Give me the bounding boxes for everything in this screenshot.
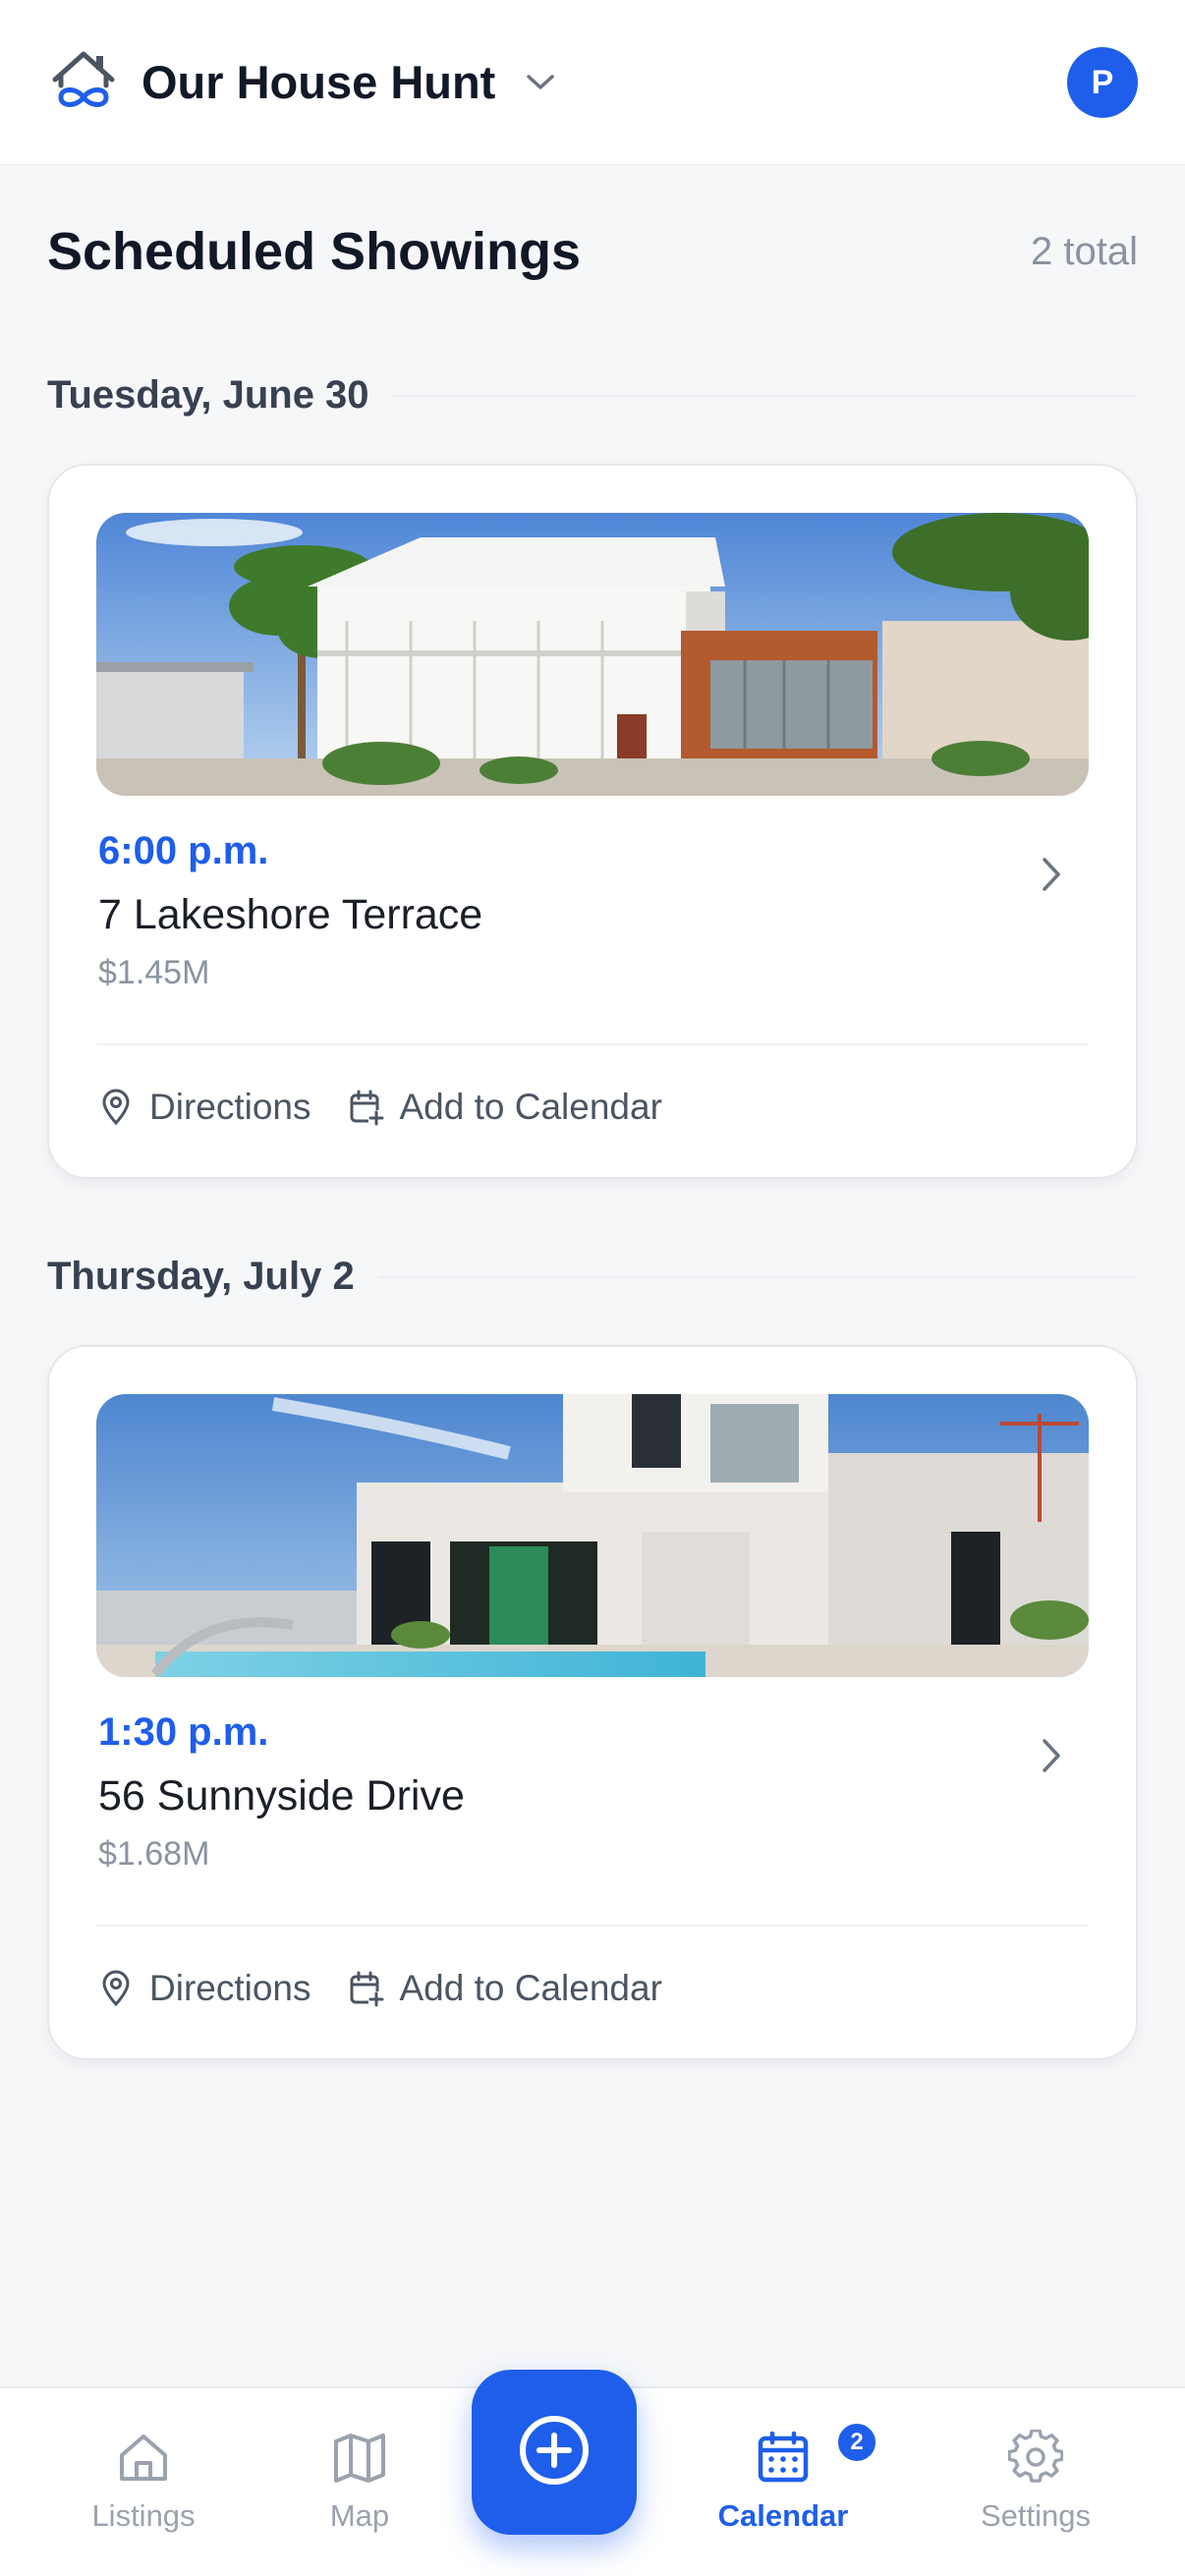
home-icon	[114, 2428, 173, 2487]
map-pin-icon	[96, 1969, 136, 2008]
day-label: Thursday, July 2	[47, 1255, 355, 1298]
add-to-calendar-label: Add to Calendar	[399, 1968, 662, 2008]
directions-label: Directions	[149, 1968, 311, 2008]
directions-label: Directions	[149, 1087, 311, 1127]
day-header: Thursday, July 2	[47, 1255, 1138, 1299]
divider	[392, 394, 1138, 397]
app-title[interactable]: Our House Hunt	[141, 55, 495, 109]
chevron-right-icon[interactable]	[1034, 851, 1069, 898]
add-to-calendar-button[interactable]: Add to Calendar	[347, 1968, 662, 2009]
total-count: 2 total	[1031, 229, 1138, 273]
card-actions: Directions Add to Calendar	[96, 1968, 662, 2009]
avatar[interactable]: P	[1067, 47, 1138, 118]
house-infinity-icon[interactable]	[47, 46, 120, 119]
divider	[377, 1275, 1138, 1278]
showing-price: $1.45M	[98, 954, 210, 991]
page-title: Scheduled Showings	[47, 222, 582, 281]
chevron-right-icon[interactable]	[1034, 1732, 1069, 1779]
gear-icon	[1006, 2428, 1065, 2487]
nav-item-listings[interactable]: Listings	[55, 2428, 232, 2534]
add-to-calendar-button[interactable]: Add to Calendar	[347, 1087, 662, 1128]
add-showing-button[interactable]	[472, 2370, 637, 2535]
showing-card[interactable]: 6:00 p.m. 7 Lakeshore Terrace $1.45M Dir…	[47, 464, 1138, 1179]
showing-time: 6:00 p.m.	[98, 829, 269, 872]
directions-button[interactable]: Directions	[96, 1968, 311, 2009]
nav-item-settings[interactable]: Settings	[947, 2428, 1124, 2534]
plus-circle-icon	[517, 2413, 592, 2492]
showing-price: $1.68M	[98, 1835, 210, 1873]
nav-label-calendar: Calendar	[717, 2498, 849, 2533]
nav-label-listings: Listings	[91, 2498, 196, 2533]
divider	[96, 1925, 1089, 1927]
day-header: Tuesday, June 30	[47, 373, 1138, 418]
calendar-plus-icon	[347, 1969, 386, 2008]
calendar-count-badge: 2	[835, 2421, 878, 2464]
directions-button[interactable]: Directions	[96, 1087, 311, 1128]
house-photo[interactable]	[96, 513, 1089, 796]
nav-label-map: Map	[329, 2498, 390, 2533]
nav-item-map[interactable]: Map	[271, 2428, 448, 2534]
page-heading: Scheduled Showings 2 total	[47, 221, 1138, 282]
showing-card[interactable]: 1:30 p.m. 56 Sunnyside Drive $1.68M Dire…	[47, 1345, 1138, 2060]
house-photo[interactable]	[96, 1394, 1089, 1677]
showing-address: 56 Sunnyside Drive	[98, 1772, 465, 1820]
map-icon	[330, 2428, 389, 2487]
calendar-plus-icon	[347, 1088, 386, 1127]
add-to-calendar-label: Add to Calendar	[399, 1087, 662, 1127]
chevron-down-icon[interactable]	[523, 65, 558, 100]
app-header: Our House Hunt P	[0, 0, 1185, 165]
showing-time: 1:30 p.m.	[98, 1710, 269, 1754]
card-actions: Directions Add to Calendar	[96, 1087, 662, 1128]
map-pin-icon	[96, 1088, 136, 1127]
nav-label-settings: Settings	[980, 2498, 1091, 2533]
day-label: Tuesday, June 30	[47, 373, 369, 417]
calendar-icon	[754, 2428, 813, 2487]
divider	[96, 1043, 1089, 1045]
showing-address: 7 Lakeshore Terrace	[98, 891, 483, 938]
